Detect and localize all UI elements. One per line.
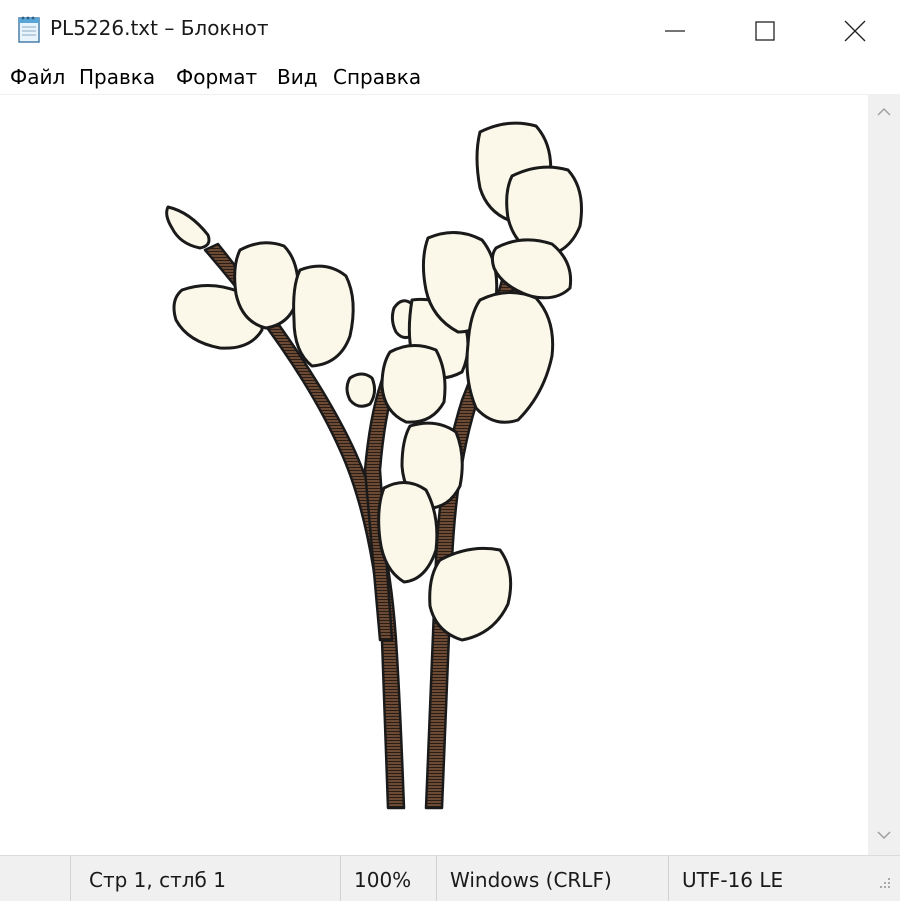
minimize-icon bbox=[665, 30, 685, 32]
menu-view[interactable]: Вид bbox=[277, 65, 318, 89]
status-bar: Стр 1, стлб 1 100% Windows (CRLF) UTF-16… bbox=[0, 855, 900, 901]
close-button[interactable] bbox=[810, 0, 900, 60]
menu-help[interactable]: Справка bbox=[333, 65, 421, 89]
maximize-button[interactable] bbox=[720, 0, 810, 60]
resize-grip-icon[interactable] bbox=[876, 876, 892, 892]
status-encoding: UTF-16 LE bbox=[682, 868, 784, 892]
status-separator bbox=[436, 856, 437, 901]
menu-bar: Файл Правка Формат Вид Справка bbox=[0, 60, 900, 95]
status-separator bbox=[70, 856, 71, 901]
window-title: PL5226.txt – Блокнот bbox=[50, 16, 269, 40]
status-zoom: 100% bbox=[354, 868, 412, 892]
close-icon bbox=[844, 20, 866, 42]
scroll-up-arrow-icon[interactable] bbox=[877, 107, 891, 117]
notepad-icon bbox=[17, 15, 43, 47]
text-editor[interactable] bbox=[0, 95, 868, 855]
status-separator bbox=[340, 856, 341, 901]
status-cursor-position: Стр 1, стлб 1 bbox=[89, 868, 226, 892]
status-line-endings: Windows (CRLF) bbox=[450, 868, 612, 892]
scroll-down-arrow-icon[interactable] bbox=[877, 830, 891, 840]
maximize-icon bbox=[755, 21, 775, 41]
menu-format[interactable]: Формат bbox=[176, 65, 257, 89]
status-separator bbox=[668, 856, 669, 901]
minimize-button[interactable] bbox=[630, 0, 720, 60]
title-bar[interactable]: PL5226.txt – Блокнот bbox=[0, 0, 900, 60]
menu-edit[interactable]: Правка bbox=[79, 65, 155, 89]
menu-file[interactable]: Файл bbox=[10, 65, 65, 89]
vertical-scrollbar[interactable] bbox=[868, 95, 900, 855]
willow-text-art bbox=[165, 121, 583, 810]
